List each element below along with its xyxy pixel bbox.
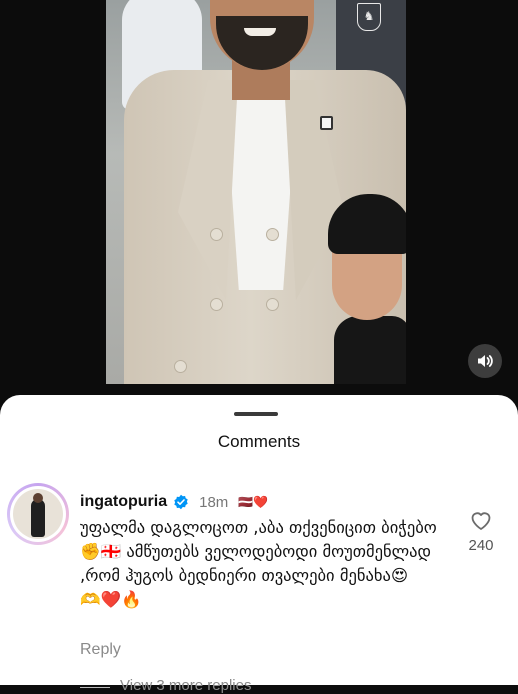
comment-meta: ingatopuria 18m 🇱🇻❤️ bbox=[80, 492, 268, 512]
view-replies-button[interactable]: View 3 more replies bbox=[120, 677, 251, 694]
jacket-button bbox=[266, 228, 279, 241]
jacket-button bbox=[174, 360, 187, 373]
comments-sheet: Comments ingatopuria 18m 🇱🇻❤️ უფალმა დაგ… bbox=[0, 395, 518, 694]
lapel-pin bbox=[320, 116, 333, 130]
comment-timestamp: 18m bbox=[199, 493, 229, 511]
comment-badges: 🇱🇻❤️ bbox=[238, 495, 269, 509]
boy-body bbox=[334, 316, 406, 384]
avatar-figure bbox=[31, 499, 45, 537]
reply-button[interactable]: Reply bbox=[80, 641, 121, 659]
jacket-button bbox=[210, 228, 223, 241]
jacket-button bbox=[266, 298, 279, 311]
video-player[interactable]: ♞ bbox=[0, 0, 518, 405]
jacket-button bbox=[210, 298, 223, 311]
speaker-icon bbox=[478, 355, 493, 367]
like-count: 240 bbox=[468, 537, 494, 554]
man-smile bbox=[244, 28, 276, 36]
video-frame[interactable]: ♞ bbox=[106, 0, 406, 384]
heart-outline-icon[interactable] bbox=[468, 507, 494, 533]
comment-text: უფალმა დაგლოცოთ ,აბა თქვენიცით ბიჭებო✊🇬🇪… bbox=[80, 518, 437, 609]
sound-toggle-button[interactable] bbox=[468, 344, 502, 378]
avatar[interactable] bbox=[10, 486, 66, 542]
verified-badge-icon bbox=[174, 494, 188, 510]
comment-username[interactable]: ingatopuria bbox=[80, 493, 167, 511]
man-beard bbox=[216, 16, 308, 70]
avatar-figure-head bbox=[33, 493, 43, 503]
sheet-title: Comments bbox=[217, 432, 301, 451]
view-replies-line bbox=[80, 687, 110, 688]
sheet-drag-handle[interactable] bbox=[234, 412, 278, 416]
avatar-photo bbox=[13, 489, 63, 539]
team-logo-icon: ♞ bbox=[357, 3, 381, 31]
